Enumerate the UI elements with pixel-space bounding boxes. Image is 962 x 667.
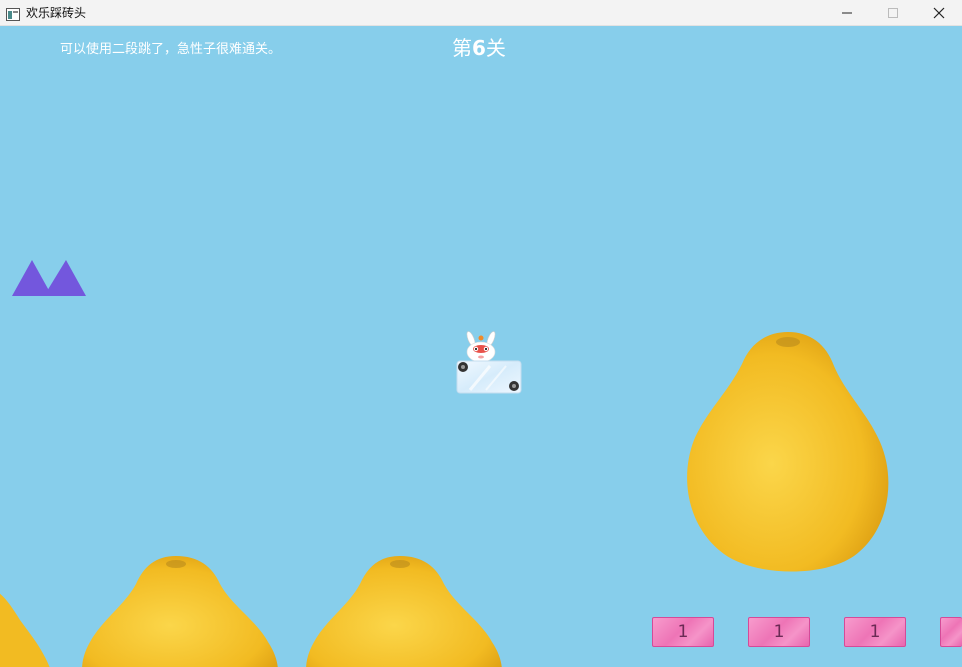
level-prefix: 第 bbox=[452, 36, 472, 60]
level-suffix: 关 bbox=[485, 36, 506, 60]
minimize-icon bbox=[842, 12, 852, 14]
close-button[interactable] bbox=[916, 0, 962, 26]
window-app-icon bbox=[6, 6, 20, 21]
maximize-button[interactable] bbox=[870, 0, 916, 26]
spike-1 bbox=[12, 260, 52, 296]
spike-trap bbox=[12, 260, 86, 296]
spike-2 bbox=[44, 260, 86, 296]
minimize-button[interactable] bbox=[824, 0, 870, 26]
pomelo-bottom-1 bbox=[82, 556, 278, 667]
brick-2: 1 bbox=[748, 617, 810, 647]
pomelo-bottom-2 bbox=[306, 556, 502, 667]
glass-platform bbox=[456, 360, 522, 394]
brick-3: 1 bbox=[844, 617, 906, 647]
close-icon bbox=[933, 7, 945, 19]
window-title: 欢乐踩砖头 bbox=[26, 6, 87, 20]
pomelo-large bbox=[687, 332, 889, 572]
player-character bbox=[466, 331, 496, 362]
brick-1: 1 bbox=[652, 617, 714, 647]
pomelo-left-edge bbox=[0, 593, 50, 667]
level-indicator: 第6关 bbox=[452, 32, 506, 61]
maximize-icon bbox=[888, 8, 898, 18]
level-number: 6 bbox=[472, 36, 486, 60]
hint-text: 可以使用二段跳了，急性子很难通关。 bbox=[60, 42, 282, 57]
brick-4 bbox=[940, 617, 962, 647]
game-canvas[interactable]: 可以使用二段跳了，急性子很难通关。 第6关 1 1 1 bbox=[0, 26, 962, 667]
title-bar[interactable]: 欢乐踩砖头 bbox=[0, 0, 962, 26]
